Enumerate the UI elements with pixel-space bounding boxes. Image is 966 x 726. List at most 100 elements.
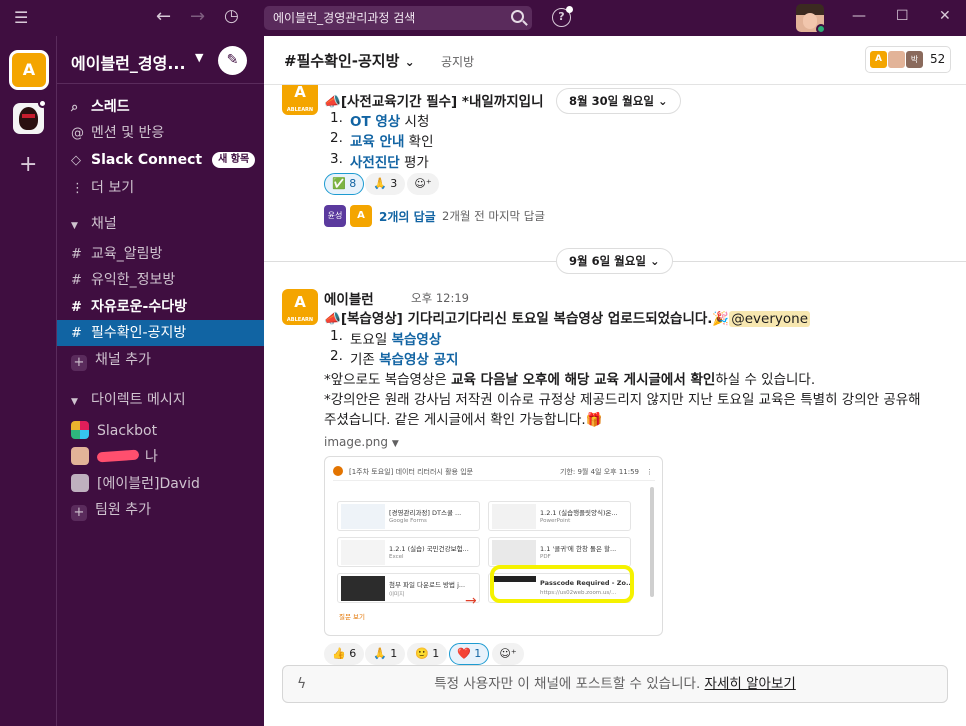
add-member-button[interactable]: + 팀원 추가 [57, 497, 264, 523]
sidebar-dm-slackbot[interactable]: Slackbot [57, 418, 264, 444]
preview-card: 첨부 파일 다운로드 방법 j... 이미지 [337, 573, 480, 603]
sidebar-channel-info[interactable]: # 유익한_정보방 [57, 267, 264, 293]
list-number: 1. [330, 110, 343, 126]
line-text: *앞으로도 복습영상은 [324, 372, 452, 388]
workspace-unread-dot [38, 99, 47, 108]
add-channel-label: 채널 추가 [95, 352, 151, 368]
date-divider[interactable]: 9월 6일 월요일 ⌄ [556, 248, 673, 274]
ablearn-logo-icon[interactable]: A ABLEARN [282, 289, 318, 325]
channel-label: 유익한_정보방 [91, 272, 176, 288]
attachment-name[interactable]: image.png ▼ [324, 435, 399, 449]
arrow-left-icon[interactable]: ← [156, 6, 171, 27]
workspace-header[interactable]: 에이블런_경영... ▼ ✎ [57, 36, 264, 84]
pre-diagnosis-link[interactable]: 사전진단 [350, 155, 400, 171]
card-title: 첨부 파일 다운로드 방법 j... [389, 581, 466, 589]
reaction-thumbs-up[interactable]: 👍 6 [324, 643, 365, 665]
add-reaction-button[interactable]: ☺⁺ [407, 173, 439, 195]
hash-icon: # [71, 273, 82, 288]
review-video-link[interactable]: 복습영상 [392, 332, 442, 348]
list-number: 2. [330, 130, 343, 146]
lightning-icon[interactable]: ϟ [297, 666, 306, 702]
message-list[interactable]: A ABLEARN 📣[사전교육기간 필수] *내일까지입니 8월 30일 월요일… [264, 85, 966, 726]
workspace-rail: A + [0, 36, 57, 726]
hash-icon: # [71, 326, 82, 341]
list-item: 교육 안내 확인 [350, 130, 434, 150]
add-channel-button[interactable]: + 채널 추가 [57, 347, 264, 373]
sidebar-channel-chat[interactable]: # 자유로운-수다방 [57, 294, 264, 320]
message-timestamp[interactable]: 오후 12:19 [411, 290, 469, 306]
compose-icon[interactable]: ✎ [218, 46, 247, 75]
ot-video-link[interactable]: OT 영상 [350, 114, 400, 130]
reaction-check[interactable]: ✅ 8 [324, 173, 365, 195]
sidebar-item-slack-connect[interactable]: ◇ Slack Connect 새 항목 [57, 147, 264, 173]
edu-guide-link[interactable]: 교육 안내 [350, 134, 404, 150]
chevron-down-icon: ⌄ [649, 254, 660, 268]
date-text: 8월 30일 월요일 [569, 94, 654, 108]
megaphone-icon: 📣 [324, 94, 341, 110]
clock-icon[interactable]: ◷ [224, 6, 239, 26]
card-subtitle: Google Forms [389, 518, 427, 524]
person-icon [71, 474, 89, 492]
sidebar-channel-announcements[interactable]: # 필수확인-공지방 [57, 320, 264, 346]
reaction-count: 3 [390, 177, 398, 190]
message-headline: 📣[복습영상] 기다리고기다리신 토요일 복습영상 업로드되었습니다.🎉 @eve… [324, 307, 810, 327]
workspace-second[interactable] [13, 103, 44, 134]
card-subtitle: 이미지 [389, 592, 405, 598]
image-attachment[interactable]: [1주차 토요일] 데이터 리터러시 활용 입문 기한: 9월 4일 오후 11… [324, 456, 663, 636]
card-subtitle: Excel [389, 554, 404, 560]
headline-text: [복습영상] 기다리고기다리신 토요일 복습영상 업로드되었습니다. [340, 311, 713, 327]
date-divider[interactable]: 8월 30일 월요일 ⌄ [556, 88, 681, 114]
sidebar-channel-edu-notice[interactable]: # 교육_알림방 [57, 241, 264, 267]
message-headline: 📣[사전교육기간 필수] *내일까지입니 [324, 90, 544, 110]
thread-replies-link[interactable]: 2개의 답글 [379, 208, 436, 225]
arrow-right-icon[interactable]: → [190, 6, 205, 27]
ablearn-logo-icon[interactable]: A ABLEARN [282, 85, 318, 115]
list-text: 평가 [399, 155, 429, 171]
learn-more-link[interactable]: 자세히 알아보기 [705, 676, 796, 692]
channel-label: 교육_알림방 [91, 246, 163, 262]
logo-subtext: ABLEARN [286, 107, 314, 113]
member-avatar [887, 50, 906, 69]
notification-dot [566, 6, 573, 13]
ablearn-logo-icon: A [350, 205, 372, 227]
minimize-icon[interactable]: — [852, 8, 866, 24]
channels-section-header[interactable]: ▼ 채널 [57, 211, 264, 237]
reaction-smile[interactable]: 🙂 1 [407, 643, 448, 665]
sidebar-item-mentions[interactable]: @ 멘션 및 반응 [57, 120, 264, 146]
dm-section-header[interactable]: ▼ 다이렉트 메시지 [57, 387, 264, 413]
pray-icon: 🙏 [373, 177, 387, 190]
reaction-count: 8 [349, 177, 357, 190]
add-workspace-icon[interactable]: + [19, 152, 37, 177]
maximize-icon[interactable]: ☐ [896, 8, 909, 24]
slackbot-icon [71, 421, 89, 439]
reaction-count: 1 [432, 647, 440, 660]
sender-name[interactable]: 에이블런 [324, 288, 374, 308]
channel-topic[interactable]: 공지방 [441, 53, 474, 70]
search-input[interactable]: 에이블런_경영관리과정 검색 [264, 6, 532, 30]
redacted-name-scribble [96, 449, 140, 463]
hash-icon: # [71, 300, 82, 315]
list-text: 확인 [404, 134, 434, 150]
sidebar-dm-self[interactable]: 나 [57, 444, 264, 470]
reaction-heart[interactable]: ❤️ 1 [449, 643, 490, 665]
members-button[interactable]: A 박 52 [865, 46, 951, 73]
hamburger-icon[interactable]: ☰ [14, 8, 28, 27]
line-text: 하실 수 있습니다. [715, 372, 816, 388]
card-title: 1.1 '콜귀'에 한창 돌은 할... [540, 545, 617, 553]
card-subtitle: PowerPoint [540, 518, 571, 524]
everyone-mention[interactable]: @everyone [729, 311, 810, 327]
thread-last-reply: 2개월 전 마지막 답글 [442, 209, 545, 223]
add-reaction-button[interactable]: ☺⁺ [492, 643, 524, 665]
card-thumbnail [341, 576, 385, 601]
workspace-ablearn[interactable]: A [9, 50, 49, 90]
review-notice-link[interactable]: 복습영상 공지 [379, 352, 458, 368]
sidebar-dm-david[interactable]: [에이블런]David [57, 471, 264, 497]
close-icon[interactable]: ✕ [939, 8, 951, 24]
channel-title[interactable]: #필수확인-공지방 ⌄ [284, 50, 415, 71]
sidebar-item-threads[interactable]: ⌕ 스레드 [57, 94, 264, 120]
reaction-pray[interactable]: 🙏 3 [365, 173, 406, 195]
reaction-pray[interactable]: 🙏 1 [365, 643, 406, 665]
headline-text: [사전교육기간 필수] *내일까지입니 [340, 94, 544, 110]
sidebar-item-more[interactable]: ⋮ 더 보기 [57, 175, 264, 201]
list-item: 기존 복습영상 공지 [350, 348, 458, 368]
